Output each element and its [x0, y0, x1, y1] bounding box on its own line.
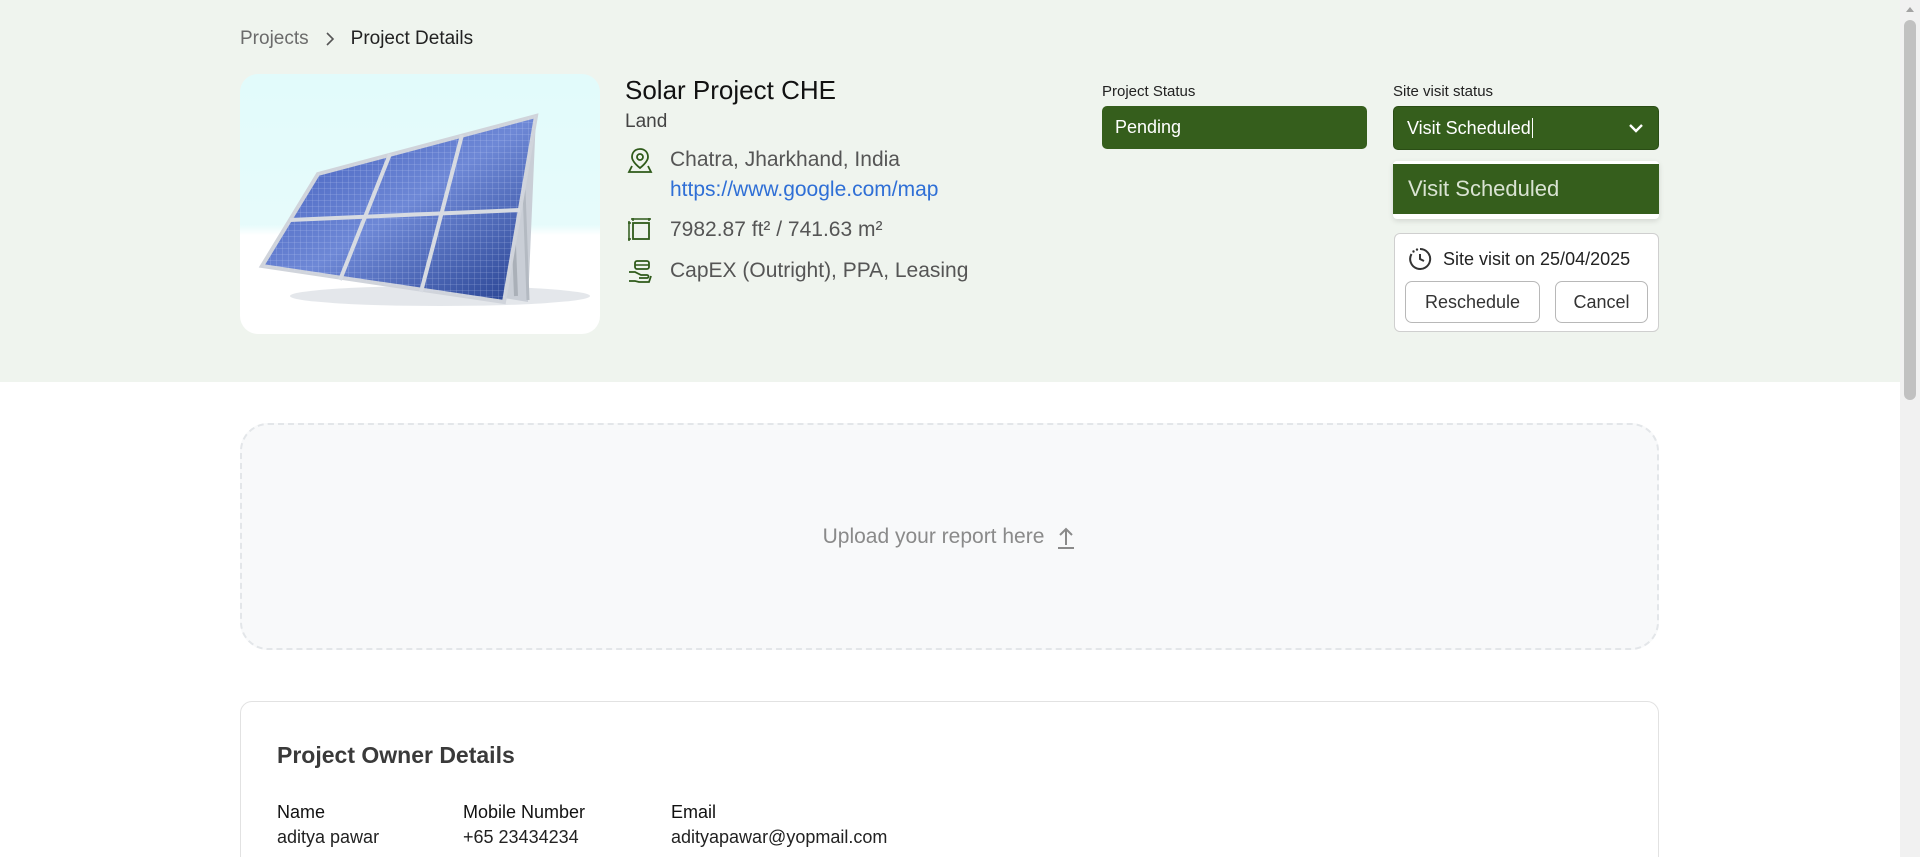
dropdown-option-visit-scheduled[interactable]: Visit Scheduled [1393, 164, 1659, 214]
location-row: Chatra, Jharkhand, India https://www.goo… [625, 145, 938, 205]
owner-mobile-label: Mobile Number [463, 802, 586, 822]
cancel-button[interactable]: Cancel [1555, 281, 1648, 323]
project-image [240, 74, 600, 334]
owner-email: adityapawar@yopmail.com [671, 827, 888, 847]
area-row: 7982.87 ft² / 741.63 m² [625, 215, 882, 245]
clock-icon [1407, 246, 1433, 272]
site-visit-status-select[interactable]: Visit Scheduled [1393, 106, 1659, 150]
site-visit-status-dropdown: Visit Scheduled [1393, 161, 1659, 219]
vertical-scrollbar[interactable] [1900, 0, 1920, 857]
owner-name-label: Name [277, 802, 326, 822]
owner-name-col: Name aditya pawar [277, 800, 379, 849]
upload-arrow-icon [1056, 525, 1076, 549]
owner-section-title: Project Owner Details [277, 742, 515, 768]
owner-email-col: Email adityapawar@yopmail.com [671, 800, 887, 849]
scroll-up-icon[interactable] [1900, 0, 1920, 17]
project-location: Chatra, Jharkhand, India [670, 148, 900, 171]
upload-report-label: Upload your report here [822, 524, 1045, 548]
area-icon [625, 215, 655, 245]
breadcrumb-current: Project Details [350, 28, 474, 49]
project-status-label: Project Status [1102, 83, 1196, 100]
reschedule-button[interactable]: Reschedule [1405, 281, 1540, 323]
location-pin-icon [625, 145, 655, 175]
text-cursor [1531, 118, 1533, 138]
map-link[interactable]: https://www.google.com/map [670, 175, 938, 205]
site-visit-date: Site visit on 25/04/2025 [1443, 248, 1631, 269]
breadcrumb: Projects Project Details [240, 28, 473, 50]
owner-name: aditya pawar [277, 827, 380, 847]
financing-row: CapEX (Outright), PPA, Leasing [625, 256, 968, 286]
finance-icon [625, 256, 655, 286]
breadcrumb-projects-link[interactable]: Projects [240, 28, 309, 50]
owner-email-label: Email [671, 802, 717, 822]
project-type: Land [625, 111, 668, 132]
owner-mobile: +65 23434234 [463, 827, 579, 847]
chevron-down-icon[interactable] [1628, 123, 1644, 133]
project-status-value: Pending [1115, 117, 1182, 137]
site-visit-status-label: Site visit status [1393, 83, 1494, 100]
upload-report-dropzone[interactable]: Upload your report here [240, 423, 1659, 650]
project-owner-card: Project Owner Details Name aditya pawar … [240, 701, 1659, 857]
financing-options: CapEX (Outright), PPA, Leasing [670, 259, 969, 282]
project-area: 7982.87 ft² / 741.63 m² [670, 218, 883, 241]
owner-mobile-col: Mobile Number +65 23434234 [463, 800, 585, 849]
project-title: Solar Project CHE [625, 75, 836, 105]
site-visit-status-value: Visit Scheduled [1407, 117, 1531, 138]
site-visit-card: Site visit on 25/04/2025 Reschedule Canc… [1394, 233, 1659, 332]
scrollbar-thumb[interactable] [1904, 20, 1916, 400]
project-status-field[interactable]: Pending [1102, 106, 1367, 149]
chevron-right-icon [325, 32, 335, 46]
